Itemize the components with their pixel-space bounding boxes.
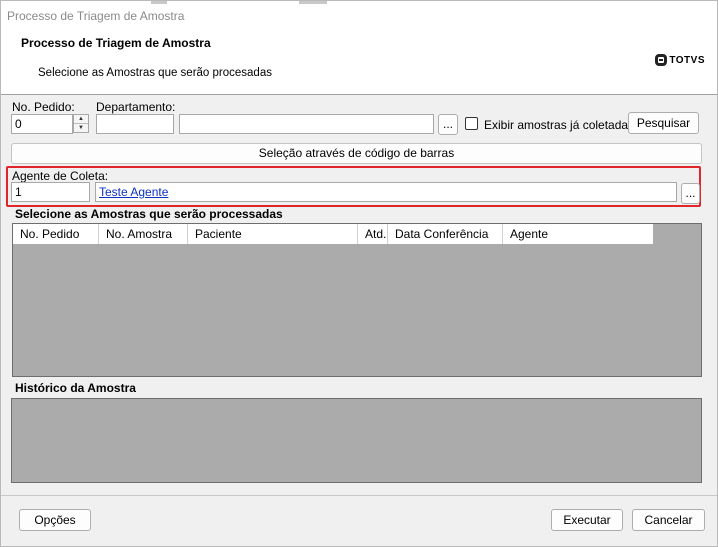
amostras-grid[interactable]: No. Pedido No. Amostra Paciente Atd. Dat… — [12, 223, 702, 377]
cancelar-button[interactable]: Cancelar — [632, 509, 705, 531]
col-header-data-conferencia[interactable]: Data Conferência — [388, 224, 503, 244]
pesquisar-button[interactable]: Pesquisar — [628, 112, 699, 134]
agente-label: Agente de Coleta: — [12, 169, 109, 183]
pedido-label: No. Pedido: — [12, 100, 75, 114]
totvs-logo: TOTVS — [655, 54, 705, 66]
dialog-window: Processo de Triagem de Amostra Processo … — [0, 0, 718, 547]
pedido-input[interactable]: 0 — [11, 114, 73, 134]
title-bar: Processo de Triagem de Amostra — [1, 1, 717, 29]
historico-panel[interactable] — [11, 398, 702, 483]
window-title: Processo de Triagem de Amostra — [7, 9, 185, 23]
grid-header: No. Pedido No. Amostra Paciente Atd. Dat… — [13, 224, 653, 244]
background-artifact — [151, 1, 167, 4]
col-header-agente[interactable]: Agente — [503, 224, 653, 244]
agente-name-field[interactable]: Teste Agente — [95, 182, 677, 202]
exibir-coletadas-label[interactable]: Exibir amostras já coletadas — [484, 118, 634, 132]
background-artifact — [299, 1, 327, 4]
col-header-paciente[interactable]: Paciente — [188, 224, 358, 244]
exibir-coletadas-checkbox[interactable] — [465, 117, 478, 130]
dialog-header: Processo de Triagem de Amostra Selecione… — [1, 29, 717, 95]
barcode-selection-button[interactable]: Seleção através de código de barras — [11, 143, 702, 164]
header-subtitle: Selecione as Amostras que serão procesad… — [38, 67, 272, 79]
col-header-atd[interactable]: Atd. — [358, 224, 388, 244]
amostras-section-title: Selecione as Amostras que serão processa… — [15, 207, 283, 221]
departamento-browse-button[interactable]: ... — [438, 114, 458, 135]
historico-section-title: Histórico da Amostra — [15, 381, 136, 395]
executar-button[interactable]: Executar — [551, 509, 623, 531]
agente-code-input[interactable]: 1 — [11, 182, 90, 202]
totvs-logo-text: TOTVS — [669, 54, 705, 66]
col-header-amostra[interactable]: No. Amostra — [99, 224, 188, 244]
col-header-pedido[interactable]: No. Pedido — [13, 224, 99, 244]
departamento-code-input[interactable] — [96, 114, 174, 134]
spin-up-icon[interactable]: ▲ — [74, 115, 88, 124]
footer-divider — [1, 495, 717, 496]
opcoes-button[interactable]: Opções — [19, 509, 91, 531]
header-title: Processo de Triagem de Amostra — [21, 36, 211, 50]
departamento-label: Departamento: — [96, 100, 176, 114]
totvs-logo-icon — [655, 54, 668, 66]
agente-name-link[interactable]: Teste Agente — [99, 185, 168, 199]
agente-browse-button[interactable]: ... — [681, 183, 700, 204]
pedido-spinner[interactable]: ▲ ▼ — [73, 114, 89, 133]
spin-down-icon[interactable]: ▼ — [74, 124, 88, 133]
departamento-name-input[interactable] — [179, 114, 434, 134]
